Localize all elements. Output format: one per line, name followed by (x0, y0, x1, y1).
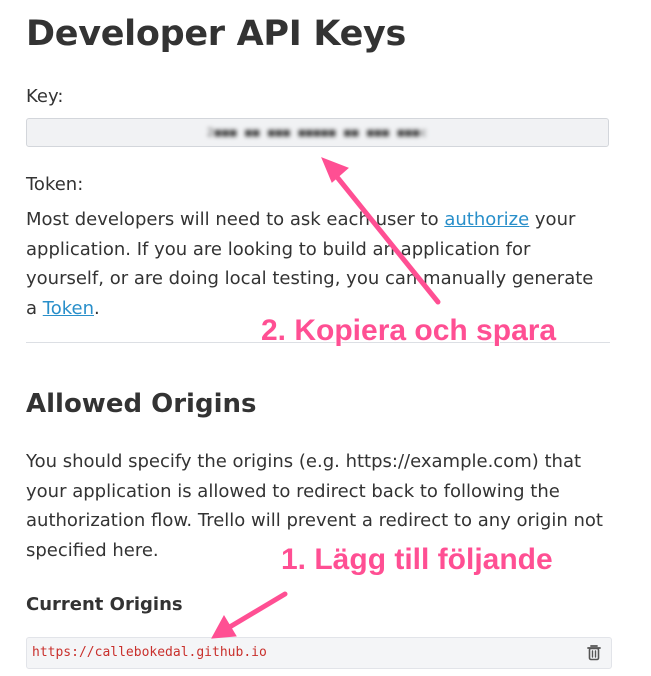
arrow-to-origin (211, 591, 288, 639)
token-description: Most developers will need to ask each us… (26, 205, 606, 323)
token-text-3: . (93, 297, 100, 319)
trash-icon[interactable] (584, 643, 604, 663)
current-origins-title: Current Origins (26, 594, 183, 615)
api-key-field[interactable]: 2■■■ ■■ ■■■ ■■■■■ ■■ ■■■ ■■■c (26, 118, 609, 147)
token-label: Token: (26, 174, 84, 195)
origin-url: https://callebokedal.github.io (32, 645, 267, 660)
origin-row: https://callebokedal.github.io (26, 637, 612, 669)
allowed-origins-title: Allowed Origins (26, 389, 257, 419)
annotation-add-following: 1. Lägg till följande (281, 543, 553, 576)
token-text-1: Most developers will need to ask each us… (26, 209, 445, 230)
authorize-link[interactable]: authorize (444, 209, 529, 230)
token-link[interactable]: Token (43, 298, 94, 319)
page-title: Developer API Keys (26, 14, 407, 54)
api-key-value: 2■■■ ■■ ■■■ ■■■■■ ■■ ■■■ ■■■c (206, 126, 429, 139)
key-label: Key: (26, 86, 64, 107)
annotation-copy-save: 2. Kopiera och spara (261, 314, 557, 347)
